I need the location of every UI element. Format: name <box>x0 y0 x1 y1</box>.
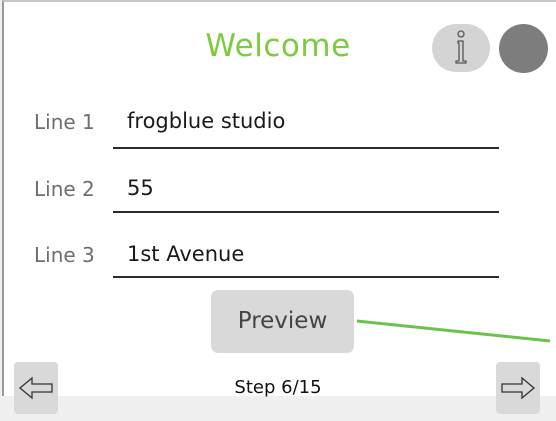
line-3-field[interactable]: 1st Avenue <box>127 240 244 268</box>
line-1-field[interactable]: frogblue studio <box>127 107 285 135</box>
line-1-label: Line 1 <box>34 110 95 134</box>
next-step-button[interactable] <box>496 362 540 414</box>
arrow-right-icon <box>501 376 536 400</box>
preview-button[interactable]: Preview <box>211 290 354 353</box>
line-3-underline <box>113 276 499 278</box>
info-icon <box>455 30 467 64</box>
line-2-underline <box>113 211 499 213</box>
line-1-underline <box>113 147 499 149</box>
info-button[interactable] <box>432 24 490 72</box>
status-dot <box>499 24 548 73</box>
line-2-field[interactable]: 55 <box>127 174 154 202</box>
line-2-label: Line 2 <box>34 177 95 201</box>
line-3-label: Line 3 <box>34 243 95 267</box>
step-indicator: Step 6/15 <box>234 377 322 398</box>
